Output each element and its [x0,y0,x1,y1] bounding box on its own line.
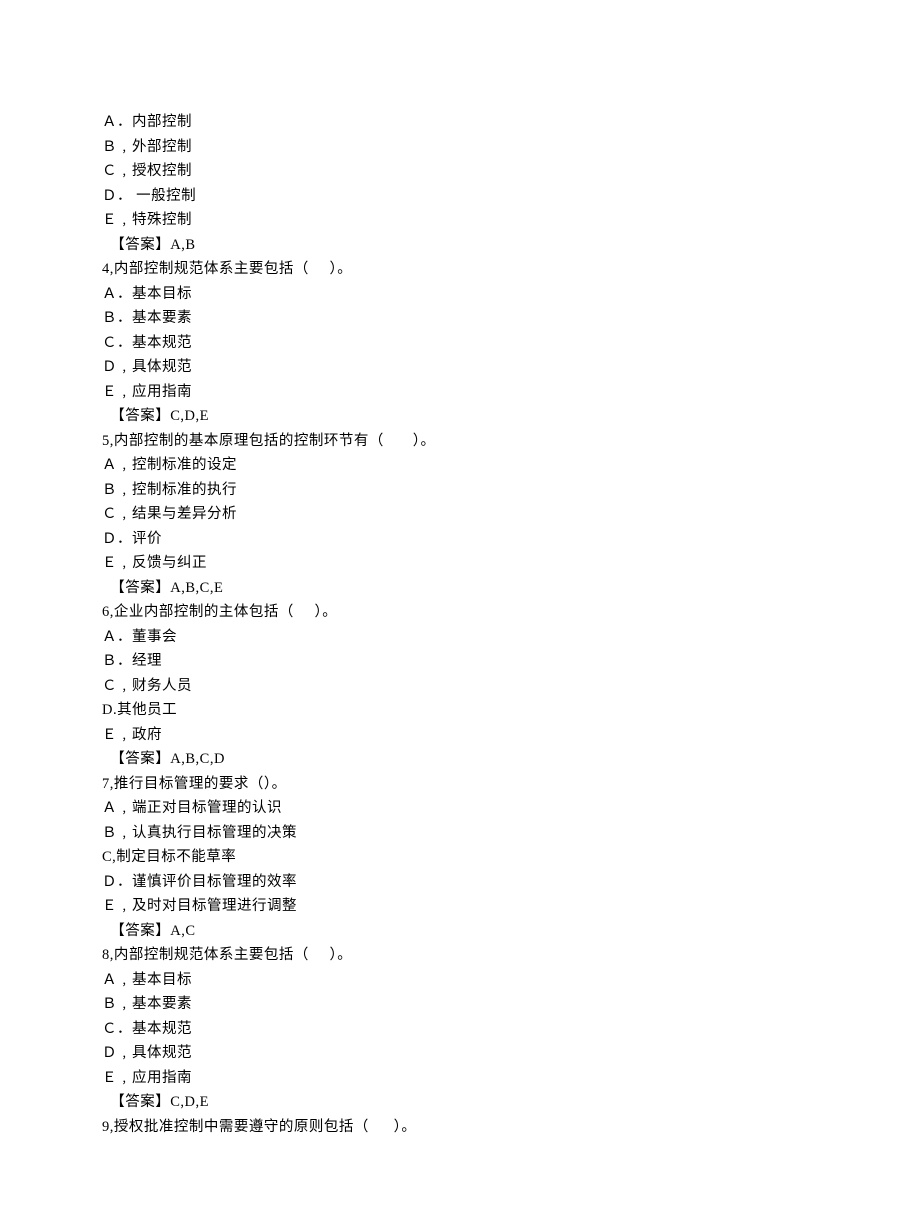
text-line: Ａ．董事会 [102,625,830,650]
text-line: Ｄ．谨慎评价目标管理的效率 [102,870,830,895]
question-stem: 5,内部控制的基本原理包括的控制环节有（ ）。 [102,429,830,454]
text-line: Ａ﹐端正对目标管理的认识 [102,796,830,821]
text-line: Ｃ．基本规范 [102,1017,830,1042]
text-line: Ｅ﹐反馈与纠正 [102,551,830,576]
text-line: Ｂ﹐基本要素 [102,992,830,1017]
text-line: Ｄ． 一般控制 [102,184,830,209]
text-line: Ａ﹐控制标准的设定 [102,453,830,478]
text-line: Ｃ﹐授权控制 [102,159,830,184]
text-line: Ｅ﹐政府 [102,723,830,748]
text-line: Ｂ．经理 [102,649,830,674]
document-page: Ａ．内部控制 Ｂ﹐外部控制 Ｃ﹐授权控制 Ｄ． 一般控制 Ｅ﹐特殊控制 【答案】… [0,0,920,1209]
text-line: Ｂ．基本要素 [102,306,830,331]
text-line: Ｅ﹐及时对目标管理进行调整 [102,894,830,919]
answer-line: 【答案】C,D,E [102,1090,830,1115]
text-line: D.其他员工 [102,698,830,723]
text-line: Ａ．基本目标 [102,282,830,307]
text-line: Ｂ﹐外部控制 [102,135,830,160]
question-stem: 7,推行目标管理的要求（）。 [102,772,830,797]
text-line: Ｅ﹐应用指南 [102,1066,830,1091]
answer-line: 【答案】C,D,E [102,404,830,429]
text-line: Ｃ﹐结果与差异分析 [102,502,830,527]
text-line: Ｅ﹐特殊控制 [102,208,830,233]
text-line: Ｄ．评价 [102,527,830,552]
text-line: Ｂ﹐控制标准的执行 [102,478,830,503]
answer-line: 【答案】A,C [102,919,830,944]
answer-line: 【答案】A,B [102,233,830,258]
question-stem: 4,内部控制规范体系主要包括（ ）。 [102,257,830,282]
text-line: Ｄ﹐具体规范 [102,1041,830,1066]
question-stem: 9,授权批准控制中需要遵守的原则包括（ ）。 [102,1115,830,1140]
text-line: C,制定目标不能草率 [102,845,830,870]
answer-line: 【答案】A,B,C,E [102,576,830,601]
text-line: Ｃ．基本规范 [102,331,830,356]
question-stem: 8,内部控制规范体系主要包括（ ）。 [102,943,830,968]
text-line: Ｅ﹐应用指南 [102,380,830,405]
question-stem: 6,企业内部控制的主体包括（ ）。 [102,600,830,625]
text-line: Ａ．内部控制 [102,110,830,135]
text-line: Ｃ﹐财务人员 [102,674,830,699]
answer-line: 【答案】A,B,C,D [102,747,830,772]
text-line: Ｂ﹐认真执行目标管理的决策 [102,821,830,846]
text-line: Ａ﹐基本目标 [102,968,830,993]
text-line: Ｄ﹐具体规范 [102,355,830,380]
